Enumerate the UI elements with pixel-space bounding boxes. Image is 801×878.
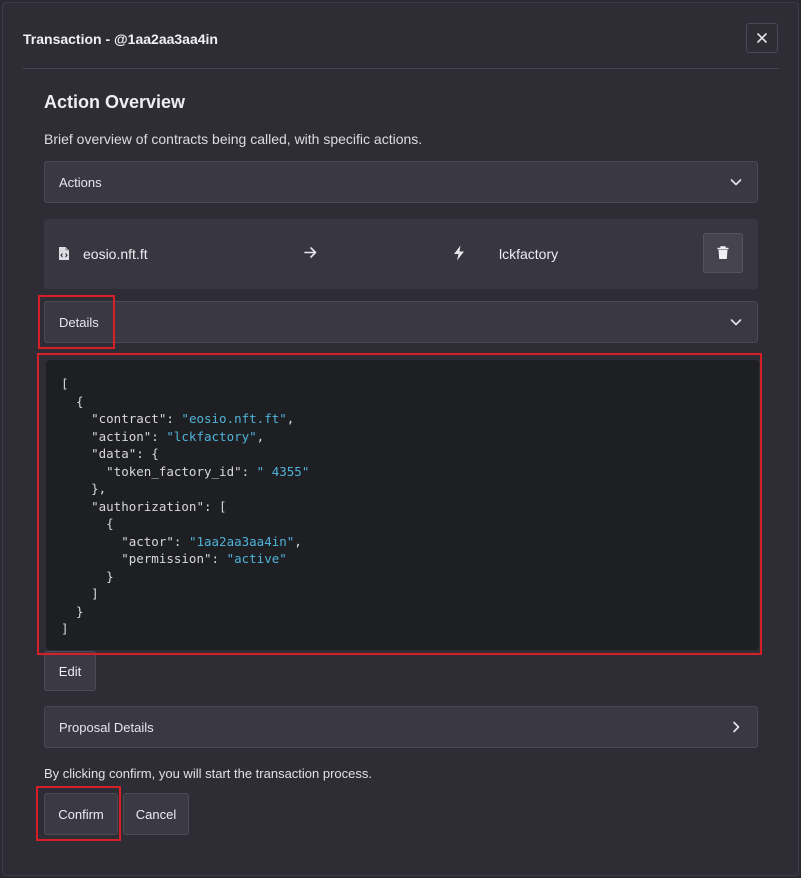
file-code-icon (59, 247, 69, 260)
code-string: "active" (226, 551, 287, 566)
action-row: eosio.nft.ft lckfactory (44, 219, 758, 289)
code-string: " 4355" (256, 463, 310, 479)
code-line: } (61, 603, 84, 619)
code-line: ] (61, 621, 69, 636)
code-line: { (61, 393, 84, 409)
code-key: "actor": (61, 533, 189, 549)
proposal-details-accordion[interactable]: Proposal Details (44, 706, 758, 748)
code-key: "token_factory_id": (61, 463, 257, 479)
cancel-button[interactable]: Cancel (123, 793, 189, 835)
code-punct: , (294, 533, 302, 549)
edit-button[interactable]: Edit (44, 651, 96, 691)
code-string: "1aa2aa3aa4in" (188, 533, 295, 549)
confirm-notice: By clicking confirm, you will start the … (44, 766, 373, 781)
arrow-right-icon (304, 247, 317, 258)
action-contract: eosio.nft.ft (83, 246, 148, 262)
modal-title: Transaction - @1aa2aa3aa4in (23, 31, 218, 47)
close-icon (757, 33, 767, 43)
chevron-down-icon (730, 179, 742, 186)
code-key: "contract": (61, 411, 182, 426)
code-line: ] (61, 586, 99, 601)
code-line: [ (61, 376, 69, 391)
transaction-json: [ { "contract": "eosio.nft.ft", "action"… (46, 360, 759, 650)
code-punct: , (286, 411, 295, 426)
bolt-icon (454, 245, 464, 261)
action-name: lckfactory (499, 246, 559, 262)
transaction-modal: Transaction - @1aa2aa3aa4in Action Overv… (2, 2, 799, 876)
code-line: "data": { (61, 446, 159, 461)
code-line: "authorization": [ (61, 498, 227, 514)
close-button[interactable] (746, 23, 778, 53)
details-accordion-label: Details (59, 314, 99, 330)
header-divider (23, 68, 779, 69)
chevron-right-icon (733, 721, 740, 733)
code-line: { (61, 516, 114, 531)
delete-action-button[interactable] (703, 233, 743, 273)
section-title: Action Overview (44, 92, 186, 112)
code-key: "permission": (61, 551, 227, 566)
code-key: "action": (61, 428, 167, 444)
code-string: "eosio.nft.ft" (181, 411, 287, 426)
confirm-button[interactable]: Confirm (44, 793, 118, 835)
actions-accordion[interactable]: Actions (44, 161, 758, 203)
code-line: } (61, 568, 114, 584)
details-accordion[interactable]: Details (44, 301, 758, 343)
proposal-details-label: Proposal Details (59, 719, 154, 735)
code-line: }, (61, 481, 107, 496)
chevron-down-icon (730, 319, 742, 326)
section-description: Brief overview of contracts being called… (44, 131, 423, 147)
trash-icon (717, 246, 729, 259)
actions-accordion-label: Actions (59, 174, 102, 190)
code-string: "lckfactory" (166, 428, 257, 444)
code-punct: , (256, 428, 265, 444)
